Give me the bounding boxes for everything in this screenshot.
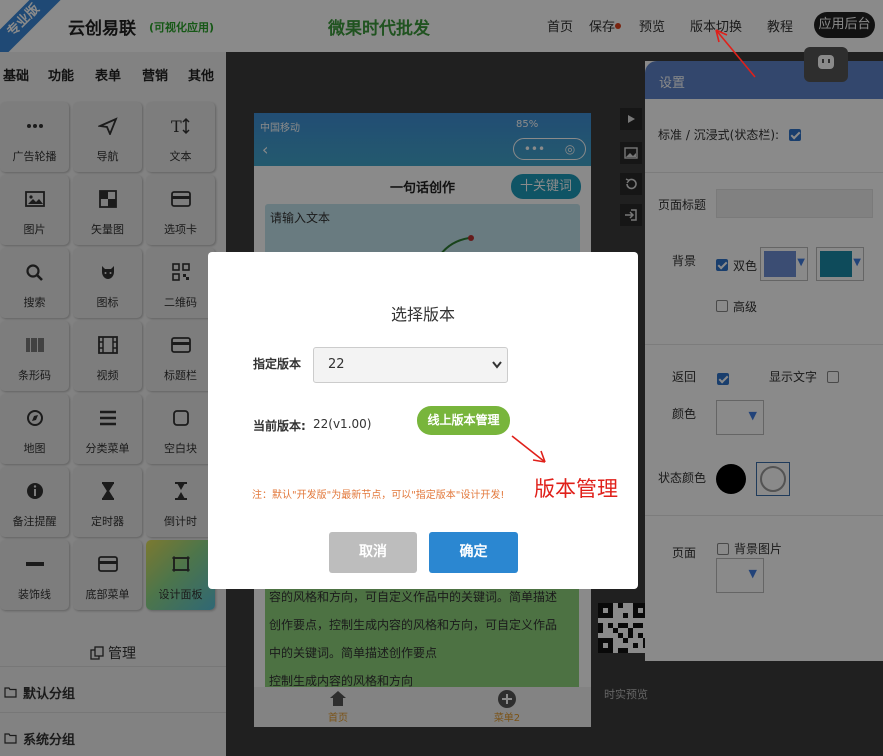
chevron-down-icon <box>492 361 502 369</box>
dialog-note: 注：默认"开发版"为最新节点，可以"指定版本"设计开发! <box>252 490 505 501</box>
current-version-value: 22(v1.00) <box>313 417 372 431</box>
version-label: 指定版本 <box>253 357 302 371</box>
version-select[interactable]: 22 <box>313 347 508 383</box>
current-version-label: 当前版本: <box>253 419 306 433</box>
dialog-title: 选择版本 <box>390 305 455 324</box>
online-version-manage-button[interactable]: 线上版本管理 <box>417 406 510 435</box>
version-select-dialog: 选择版本 指定版本 22 当前版本: 22(v1.00) 线上版本管理 注：默认… <box>208 252 638 589</box>
confirm-button[interactable]: 确定 <box>429 532 518 573</box>
cancel-button[interactable]: 取消 <box>329 532 417 573</box>
version-value: 22 <box>328 357 345 372</box>
annotation-label: 版本管理 <box>534 477 618 501</box>
app-root: 专业版 云创易联 (可视化应用) 微果时代批发 首页 保存 预览 版本切换 教程… <box>0 0 883 756</box>
